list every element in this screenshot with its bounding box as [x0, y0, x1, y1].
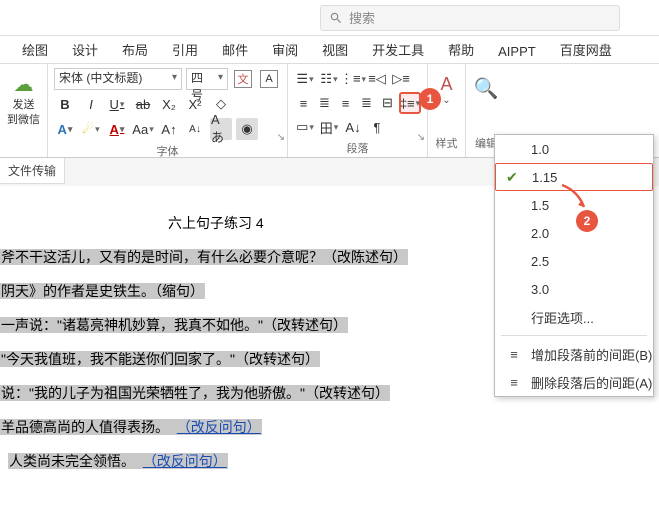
- font-color-button[interactable]: A▾: [106, 118, 128, 140]
- align-center-button[interactable]: ≣: [315, 92, 334, 114]
- italic-button[interactable]: I: [80, 93, 102, 115]
- search-placeholder: 搜索: [349, 8, 375, 27]
- shading-button[interactable]: ▭▾: [294, 116, 316, 138]
- grow-font-button[interactable]: A↑: [158, 118, 180, 140]
- doc-line-3: 一声说："诸葛亮神机妙算，我真不如他。"（改转述句）: [0, 317, 348, 333]
- send-label-2: 到微信: [6, 114, 41, 127]
- doc-line-7: 人类尚未完全领悟。: [9, 453, 135, 469]
- borders-button[interactable]: 田▾: [318, 116, 340, 138]
- doc-line-2: 阴天》的作者是史铁生。（缩句）: [0, 283, 205, 299]
- show-marks-button[interactable]: ¶: [366, 116, 388, 138]
- line-spacing-2-5[interactable]: 2.5: [495, 247, 653, 275]
- styles-label: 样式: [434, 135, 459, 153]
- send-wechat-group: ☁ 发送 到微信: [0, 64, 48, 157]
- add-space-before[interactable]: ≡增加段落前的间距(B): [495, 340, 653, 368]
- wechat-icon[interactable]: ☁: [6, 72, 41, 97]
- paragraph-group-label: 段落: [294, 140, 421, 158]
- doc-link-6[interactable]: （改反问句）: [177, 419, 261, 435]
- search-icon: [329, 11, 343, 25]
- doc-line-1: 斧不干这活儿，又有的是时间，有什么必要介意呢？（改陈述句）: [0, 249, 408, 265]
- tab-view[interactable]: 视图: [312, 36, 358, 63]
- strikethrough-button[interactable]: ab: [132, 93, 154, 115]
- text-effects-button[interactable]: A▾: [54, 118, 76, 140]
- line-spacing-2-0[interactable]: 2.0: [495, 219, 653, 247]
- underline-button[interactable]: U▾: [106, 93, 128, 115]
- tab-developer[interactable]: 开发工具: [362, 36, 434, 63]
- line-spacing-options[interactable]: 行距选项...: [495, 303, 653, 331]
- tab-baidu[interactable]: 百度网盘: [550, 36, 622, 63]
- annotation-marker-1: 1: [419, 88, 441, 110]
- file-transfer-label: 文件传输: [0, 158, 65, 184]
- enclosed-char-button[interactable]: ◉: [236, 118, 258, 140]
- tab-aippt[interactable]: AIPPT: [488, 40, 546, 63]
- doc-title: 六上句子练习 4: [168, 212, 264, 236]
- shrink-font-button[interactable]: A↓: [184, 118, 206, 140]
- align-left-button[interactable]: ≡: [294, 92, 313, 114]
- tab-layout[interactable]: 布局: [112, 36, 158, 63]
- font-name-select[interactable]: 宋体 (中文标题): [54, 68, 182, 90]
- paragraph-dialog-launcher[interactable]: ↘: [417, 132, 425, 143]
- tab-draw[interactable]: 绘图: [12, 36, 58, 63]
- phonetic-guide-button[interactable]: 文: [232, 68, 254, 90]
- doc-line-6: 羊品德高尚的人值得表扬。: [1, 419, 169, 435]
- increase-indent-button[interactable]: ▷≡: [390, 68, 412, 90]
- numbering-button[interactable]: ☷▾: [318, 68, 340, 90]
- line-spacing-1-0[interactable]: 1.0: [495, 135, 653, 163]
- remove-space-after[interactable]: ≡删除段落后的间距(A): [495, 368, 653, 396]
- annotation-marker-2: 2: [576, 210, 598, 232]
- paragraph-group: ☰▾ ☷▾ ⋮≡▾ ≡◁ ▷≡ ≡ ≣ ≡ ≣ ⊟ ‡≡▾ 1 ▭▾ 田▾ A↓: [288, 64, 428, 157]
- multilevel-button[interactable]: ⋮≡▾: [342, 68, 364, 90]
- tab-mailings[interactable]: 邮件: [212, 36, 258, 63]
- character-border-button[interactable]: A: [258, 68, 280, 90]
- bullets-button[interactable]: ☰▾: [294, 68, 316, 90]
- asian-layout-button[interactable]: Aあ: [210, 118, 232, 140]
- bold-button[interactable]: B: [54, 93, 76, 115]
- align-right-button[interactable]: ≡: [336, 92, 355, 114]
- tab-design[interactable]: 设计: [62, 36, 108, 63]
- highlight-button[interactable]: ☄▾: [80, 118, 102, 140]
- search-box[interactable]: 搜索: [320, 5, 620, 31]
- doc-line-5: 说："我的儿子为祖国光荣牺牲了，我为他骄傲。"（改转述句）: [0, 385, 390, 401]
- justify-button[interactable]: ≣: [357, 92, 376, 114]
- ribbon-tabs: 绘图 设计 布局 引用 邮件 审阅 视图 开发工具 帮助 AIPPT 百度网盘: [0, 36, 659, 64]
- styles-group: A⌄ 样式: [428, 64, 466, 157]
- line-spacing-dropdown: 1.0 ✔1.15 1.5 2.0 2.5 3.0 行距选项... ≡增加段落前…: [494, 134, 654, 397]
- change-case-button[interactable]: Aa▾: [132, 118, 154, 140]
- check-icon: ✔: [506, 169, 518, 186]
- line-spacing-3-0[interactable]: 3.0: [495, 275, 653, 303]
- space-after-icon: ≡: [505, 375, 523, 390]
- doc-link-7[interactable]: （改反问句）: [143, 453, 227, 469]
- find-icon[interactable]: 🔍: [472, 76, 500, 101]
- space-before-icon: ≡: [505, 347, 523, 362]
- font-size-select[interactable]: 四号: [186, 68, 228, 90]
- font-dialog-launcher[interactable]: ↘: [277, 132, 285, 143]
- dropdown-separator: [501, 335, 647, 336]
- sort-button[interactable]: A↓: [342, 116, 364, 138]
- line-spacing-button[interactable]: ‡≡▾ 1: [399, 92, 421, 114]
- tab-references[interactable]: 引用: [162, 36, 208, 63]
- font-group: 宋体 (中文标题) 四号 文 A B I U▾ ab X₂ X² ◇ A▾ ☄▾…: [48, 64, 288, 157]
- distributed-button[interactable]: ⊟: [378, 92, 397, 114]
- tab-help[interactable]: 帮助: [438, 36, 484, 63]
- subscript-button[interactable]: X₂: [158, 93, 180, 115]
- decrease-indent-button[interactable]: ≡◁: [366, 68, 388, 90]
- send-label-1: 发送: [6, 99, 41, 112]
- doc-line-4: "今天我值班，我不能送你们回家了。"（改转述句）: [0, 351, 320, 367]
- tab-review[interactable]: 审阅: [262, 36, 308, 63]
- font-group-label: 字体: [54, 143, 281, 161]
